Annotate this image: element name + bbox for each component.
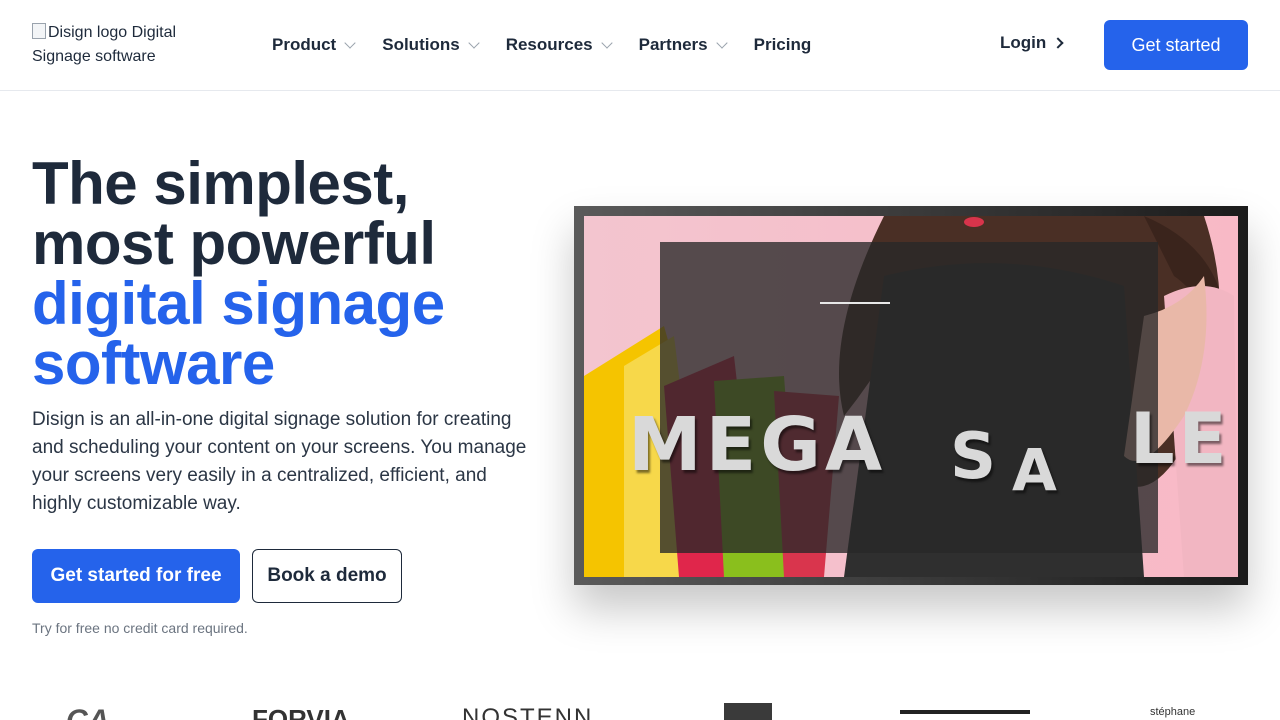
screen-content: MEGA S A LE (584, 216, 1238, 577)
client-logo: CA (66, 704, 109, 720)
nav-item-label: Pricing (753, 35, 812, 54)
sale-text-mega: MEGA (628, 402, 887, 488)
hero-title-line: most powerful (32, 210, 436, 277)
chevron-down-icon (600, 36, 613, 49)
hero-title-highlight: software (32, 330, 275, 397)
no-credit-card-note: Try for free no credit card required. (32, 620, 248, 636)
divider-line (820, 302, 890, 304)
nav-item-label: Product (272, 35, 337, 54)
chevron-down-icon (468, 36, 480, 49)
chevron-down-icon (715, 36, 728, 49)
client-logo-emblem (724, 703, 772, 720)
hero-description: Disign is an all-in-one digital signage … (32, 409, 527, 514)
client-logo: NOSTENN (462, 704, 594, 720)
login-label: Login (1000, 33, 1047, 52)
hero-title-line: The simplest, (32, 150, 409, 217)
nav-item-label: Resources (505, 35, 593, 54)
nav-item-pricing[interactable]: Pricing (754, 33, 812, 57)
signage-screen-mockup: MEGA S A LE (574, 206, 1248, 585)
sale-text-le: LE (1130, 398, 1231, 480)
nav-item-label: Solutions (382, 35, 460, 54)
nav-item-solutions[interactable]: Solutions (382, 33, 480, 57)
nav-item-label: Partners (638, 35, 708, 54)
logo-alt-text: Disign logo Digital Signage software (32, 24, 177, 65)
sale-text-s: S (950, 420, 1001, 494)
client-logos: CA FORVIA NOSTENN stéphane (0, 700, 1280, 720)
hero-title: The simplest, most powerful digital sign… (32, 154, 552, 394)
chevron-down-icon (344, 36, 356, 49)
nav-item-product[interactable]: Product (272, 33, 356, 57)
book-demo-button[interactable]: Book a demo (252, 549, 402, 603)
site-header: Disign logo Digital Signage software Pro… (0, 0, 1280, 91)
main-nav: Product Solutions Resources Partners Pri… (272, 33, 839, 57)
client-logo-emblem (900, 710, 1030, 714)
nav-item-resources[interactable]: Resources (505, 33, 613, 57)
hero-title-highlight: digital signage (32, 270, 445, 337)
client-logo: stéphane (1150, 706, 1196, 718)
get-started-button[interactable]: Get started (1104, 20, 1248, 70)
broken-image-icon (32, 23, 46, 39)
site-logo[interactable]: Disign logo Digital Signage software (32, 21, 202, 69)
overlay-panel (660, 242, 1158, 553)
nav-item-partners[interactable]: Partners (638, 33, 728, 57)
chevron-right-icon (1052, 37, 1064, 49)
sale-text-a: A (1012, 436, 1061, 504)
login-link[interactable]: Login (1000, 33, 1064, 53)
get-started-free-button[interactable]: Get started for free (32, 549, 240, 603)
mega-sale-text: MEGA S A LE (628, 398, 1226, 504)
client-logo: FORVIA (252, 704, 350, 720)
